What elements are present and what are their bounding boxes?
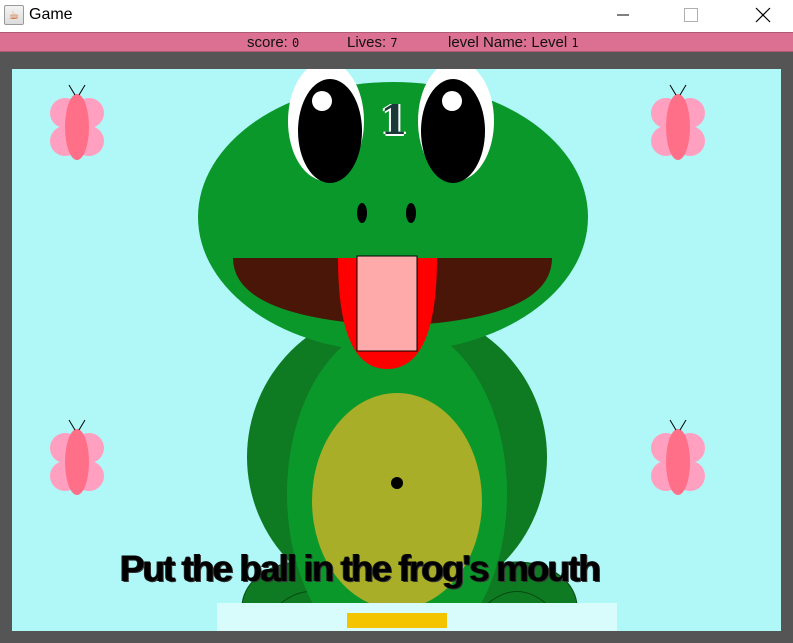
maximize-button[interactable] <box>668 0 714 30</box>
game-frame: 1 Put the ball in the frog's mouth <box>0 52 793 643</box>
level-name-value: Level <box>531 34 568 51</box>
lives-indicator: Lives: 7 <box>347 34 398 51</box>
status-bar: score: 0 Lives: 7 level Name: Level 1 <box>0 32 793 52</box>
frog-nostril <box>357 203 367 223</box>
game-canvas[interactable]: 1 Put the ball in the frog's mouth <box>12 69 781 631</box>
game-scene <box>50 69 705 631</box>
minimize-button[interactable] <box>600 0 646 30</box>
instruction-text: Put the ball in the frog's mouth <box>120 548 601 589</box>
butterfly-icon <box>651 84 705 160</box>
maximize-icon <box>684 8 698 22</box>
java-cup-icon[interactable]: ☕ <box>4 5 24 25</box>
lives-value: 7 <box>390 36 398 50</box>
level-name-number: 1 <box>571 36 579 50</box>
minimize-icon <box>617 14 629 16</box>
level-name-label: level Name: <box>448 34 528 51</box>
frog <box>198 69 588 631</box>
title-bar: ☕ Game <box>0 0 793 32</box>
score-label: score: <box>247 34 288 51</box>
level-digit: 1 <box>380 97 408 144</box>
score-value: 0 <box>292 36 300 50</box>
close-button[interactable] <box>740 0 786 30</box>
butterfly-icon <box>50 84 104 160</box>
target-block <box>356 255 418 352</box>
frog-nostril <box>406 203 416 223</box>
score-indicator: score: 0 <box>247 34 299 51</box>
level-indicator: level Name: Level 1 <box>448 34 579 51</box>
frog-navel <box>391 477 403 489</box>
close-icon <box>755 7 771 23</box>
paddle[interactable] <box>347 613 447 628</box>
lives-label: Lives: <box>347 34 387 51</box>
butterfly-icon <box>50 419 104 495</box>
game-window: ☕ Game score: 0 Lives: 7 level Name: Lev… <box>0 0 793 643</box>
butterfly-icon <box>651 419 705 495</box>
window-title: Game <box>29 6 73 23</box>
